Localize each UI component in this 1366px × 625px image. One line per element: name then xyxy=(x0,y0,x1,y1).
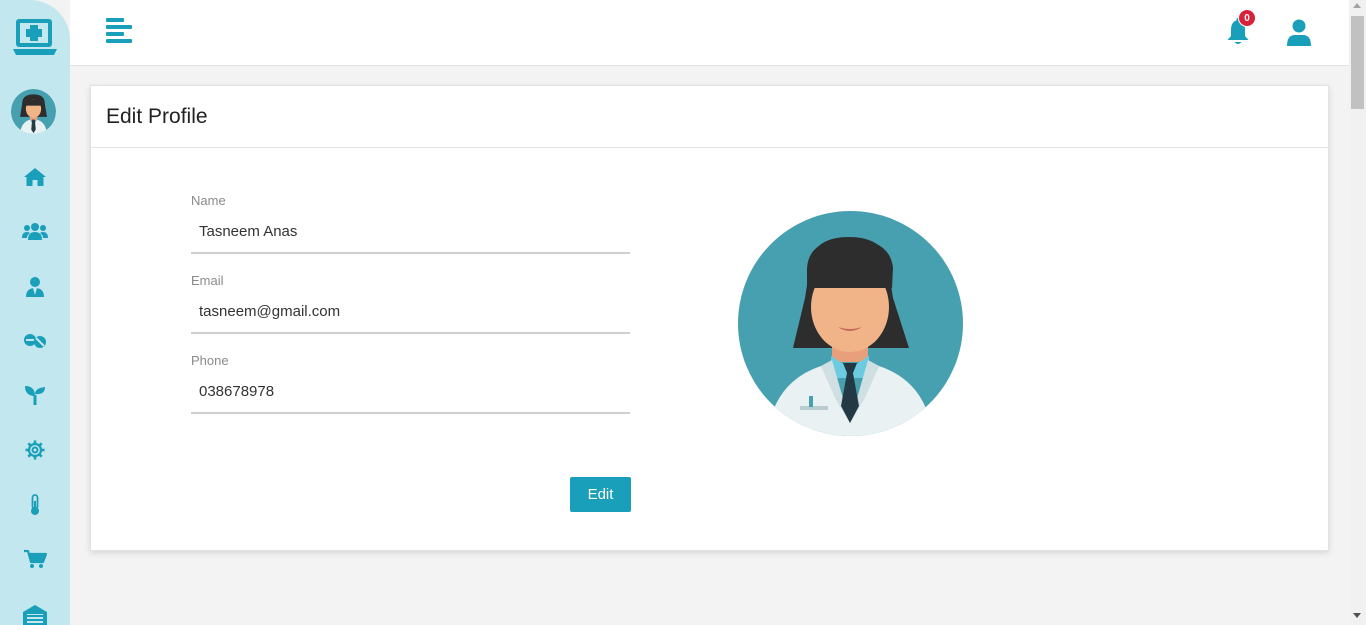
page-title: Edit Profile xyxy=(106,105,208,128)
page-scrollbar[interactable] xyxy=(1349,0,1366,625)
sidebar-item-temperature[interactable] xyxy=(20,490,50,520)
user-doctor-icon xyxy=(26,277,44,297)
laptop-medical-icon[interactable] xyxy=(13,18,57,58)
thermometer-icon xyxy=(31,494,39,515)
sidebar xyxy=(0,0,70,625)
gear-icon xyxy=(25,440,45,460)
sidebar-item-users[interactable] xyxy=(20,216,50,246)
scroll-up-arrow[interactable] xyxy=(1353,3,1361,8)
menu-toggle-button[interactable] xyxy=(106,18,132,44)
pills-icon xyxy=(24,334,46,348)
sidebar-item-medicines[interactable] xyxy=(20,325,50,355)
notification-count-badge: 0 xyxy=(1238,9,1256,27)
sidebar-item-settings[interactable] xyxy=(20,435,50,465)
name-label: Name xyxy=(191,193,226,208)
name-input[interactable] xyxy=(191,210,630,254)
home-icon xyxy=(24,168,46,186)
align-left-icon xyxy=(106,18,132,43)
top-navbar: 0 xyxy=(70,0,1349,66)
email-input[interactable] xyxy=(191,290,630,334)
sidebar-item-cart[interactable] xyxy=(20,544,50,574)
scroll-down-arrow[interactable] xyxy=(1353,613,1361,618)
user-menu-button[interactable] xyxy=(1286,19,1312,47)
scrollbar-thumb[interactable] xyxy=(1351,16,1364,109)
user-icon xyxy=(1287,19,1311,46)
phone-input[interactable] xyxy=(191,370,630,414)
edit-profile-card: Edit Profile Name Email Phone Edit xyxy=(90,85,1329,551)
users-icon xyxy=(22,223,48,240)
sidebar-item-home[interactable] xyxy=(20,162,50,192)
sidebar-item-doctors[interactable] xyxy=(20,272,50,302)
cart-icon xyxy=(24,549,47,568)
card-header: Edit Profile xyxy=(91,86,1328,148)
sidebar-item-plants[interactable] xyxy=(20,380,50,410)
profile-picture[interactable] xyxy=(737,210,964,437)
edit-button[interactable]: Edit xyxy=(570,477,631,512)
seedling-icon xyxy=(25,386,45,405)
warehouse-icon xyxy=(23,605,47,625)
avatar[interactable] xyxy=(11,89,56,134)
email-label: Email xyxy=(191,273,224,288)
phone-label: Phone xyxy=(191,353,229,368)
sidebar-item-warehouse[interactable] xyxy=(20,600,50,625)
